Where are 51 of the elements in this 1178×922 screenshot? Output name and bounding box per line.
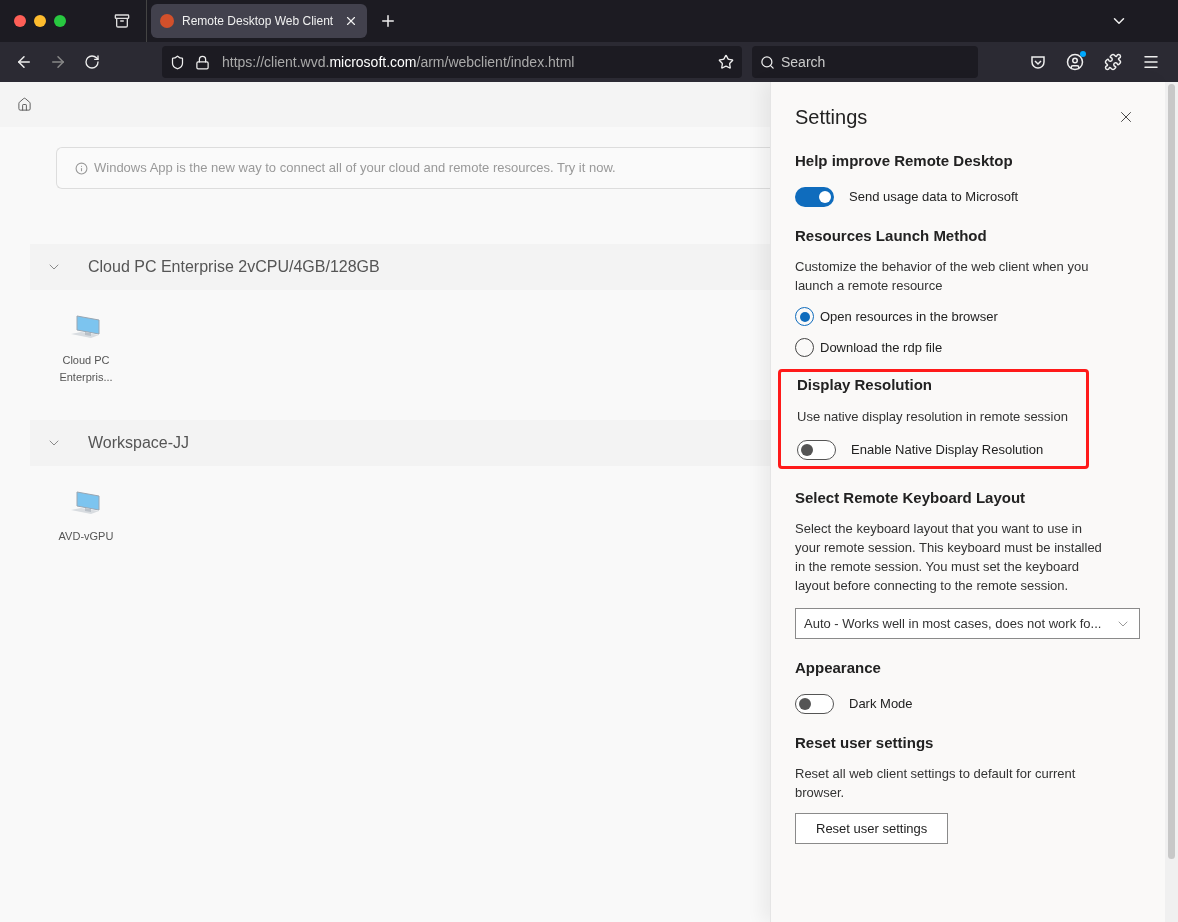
tab-tray-icon[interactable] [114,13,130,29]
section-heading: Resources Launch Method [795,225,988,246]
resource-tile[interactable]: Cloud PC Enterpris... [56,312,116,386]
reload-icon[interactable] [84,54,100,70]
forward-icon[interactable] [49,53,67,71]
section-heading: Display Resolution [797,375,934,395]
toggle-label: Dark Mode [849,694,913,713]
section-description: Reset all web client settings to default for current browser. [795,765,1077,802]
search-field[interactable]: Search [752,46,978,78]
info-icon [75,161,88,175]
lock-icon [195,54,210,70]
home-icon[interactable] [17,97,32,112]
workspace-header[interactable]: Cloud PC Enterprise 2vCPU/4GB/128GB [30,244,770,290]
radio-option[interactable]: Download the rdp file [795,337,1140,357]
section-description: Select the keyboard layout that you want to use in your remote session. This keyboard must be installed in the remote session. You must set the keyboard layout before connecting to the remote session. [795,520,1103,595]
toggle-label: Send usage data to Microsoft [849,187,1019,206]
section-heading: Appearance [795,658,882,678]
resource-tile[interactable]: AVD-vGPU [56,488,116,545]
new-tab-icon[interactable] [379,12,397,30]
reset-settings-button[interactable]: Reset user settings [795,813,949,844]
close-window-button[interactable] [14,15,26,27]
minimize-window-button[interactable] [34,15,46,27]
account-icon[interactable] [1066,53,1084,71]
extensions-icon[interactable] [1104,53,1122,71]
settings-title: Settings [795,105,868,130]
back-icon[interactable] [15,53,33,71]
shield-icon[interactable] [170,54,185,70]
pocket-icon[interactable] [1030,54,1046,70]
workspace-header[interactable]: Workspace-JJ [30,420,770,466]
toggle-switch[interactable] [795,186,834,207]
radio-option[interactable]: Open resources in the browser [795,307,1140,327]
section-heading: Help improve Remote Desktop [795,151,1014,171]
address-bar[interactable]: https://client.wvd.microsoft.com/arm/webclient/index.html [162,46,742,78]
menu-icon[interactable] [1142,53,1160,71]
section-heading: Reset user settings [795,732,935,753]
url-text: https://client.wvd.microsoft.com/arm/webclient/index.html [222,52,576,72]
section-heading: Select Remote Keyboard Layout [795,487,1027,508]
close-icon[interactable] [344,14,358,28]
keyboard-layout-dropdown[interactable]: Auto - Works well in most cases, does not work fo... [795,608,1140,639]
bookmark-star-icon[interactable] [718,54,734,70]
section-description: Use native display resolution in remote session [797,407,1069,426]
info-banner: Windows App is the new way to connect all of your cloud and remote resources. Try it now. [56,147,770,189]
toggle-label: Enable Native Display Resolution [851,440,1044,459]
section-description: Customize the behavior of the web client when you launch a remote resource [795,258,1090,295]
toggle-switch[interactable] [797,439,836,460]
scrollbar-thumb[interactable] [1168,84,1175,859]
toggle-switch[interactable] [795,693,834,714]
search-icon [760,54,775,70]
maximize-window-button[interactable] [54,15,66,27]
browser-tab[interactable]: Remote Desktop Web Client [151,4,367,38]
app-logo-icon [160,14,174,28]
